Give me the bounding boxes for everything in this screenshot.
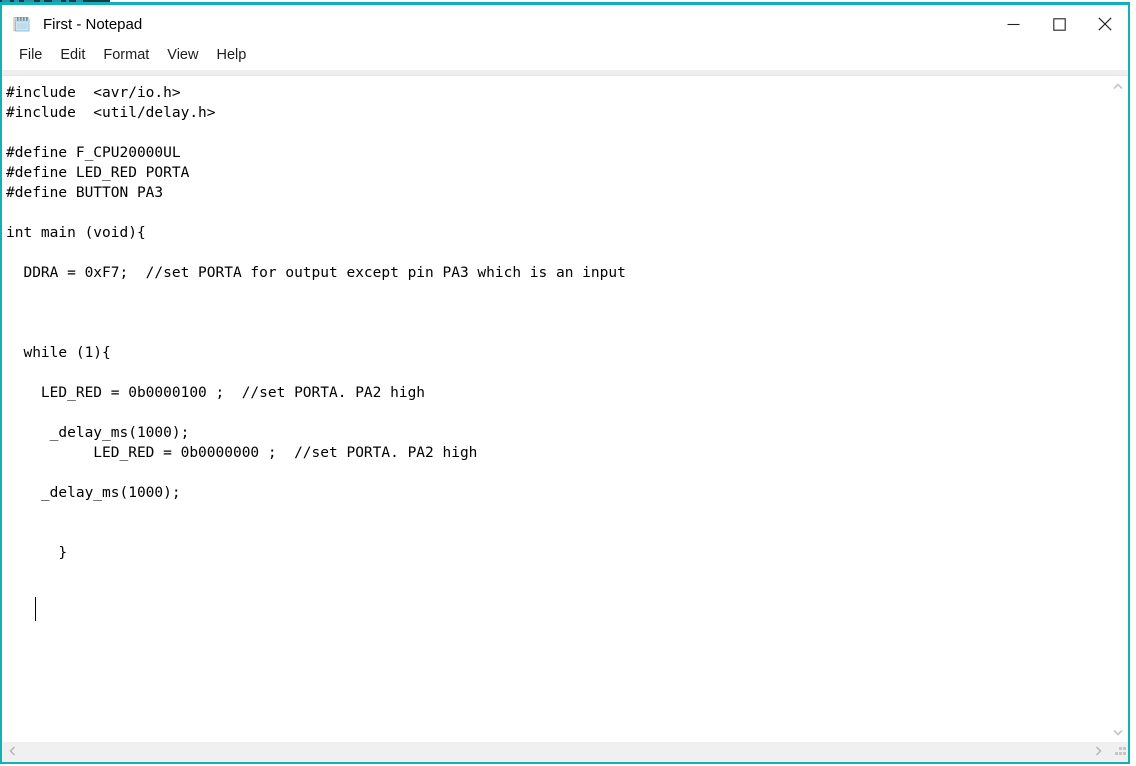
maximize-button[interactable] [1036, 5, 1082, 43]
menu-item-edit[interactable]: Edit [51, 46, 94, 66]
text-caret [35, 597, 36, 621]
vertical-scroll-track[interactable] [1108, 96, 1128, 722]
horizontal-scroll-track[interactable] [22, 742, 1088, 762]
close-icon [1098, 17, 1112, 31]
resize-grip-icon[interactable] [1108, 742, 1128, 762]
minimize-icon [1007, 18, 1020, 31]
menu-item-help[interactable]: Help [207, 46, 255, 66]
chevron-right-icon [1095, 743, 1102, 761]
horizontal-scrollbar[interactable] [2, 742, 1128, 762]
scroll-up-button[interactable] [1108, 76, 1128, 96]
chevron-up-icon [1113, 77, 1123, 95]
scroll-right-button[interactable] [1088, 742, 1108, 762]
menu-item-view[interactable]: View [158, 46, 207, 66]
text-editor[interactable]: #include <avr/io.h> #include <util/delay… [2, 76, 1107, 742]
minimize-button[interactable] [990, 5, 1036, 43]
editor-content[interactable]: #include <avr/io.h> #include <util/delay… [6, 83, 626, 563]
vertical-scrollbar[interactable] [1107, 76, 1128, 742]
menu-item-format[interactable]: Format [94, 46, 158, 66]
scroll-left-button[interactable] [2, 742, 22, 762]
editor-region: #include <avr/io.h> #include <util/delay… [2, 76, 1128, 762]
editor-row: #include <avr/io.h> #include <util/delay… [2, 76, 1128, 742]
scroll-down-button[interactable] [1108, 722, 1128, 742]
maximize-icon [1052, 17, 1066, 31]
window-title: First - Notepad [43, 15, 143, 33]
close-button[interactable] [1082, 5, 1128, 43]
window-controls [990, 5, 1128, 43]
menu-item-file[interactable]: File [10, 46, 51, 66]
menu-bar: File Edit Format View Help [2, 43, 1128, 70]
title-bar[interactable]: First - Notepad [2, 5, 1128, 43]
chevron-down-icon [1113, 723, 1123, 741]
notepad-icon [12, 14, 32, 34]
notepad-window: First - Notepad File Edit Format View He… [0, 2, 1130, 764]
chevron-left-icon [8, 743, 16, 761]
